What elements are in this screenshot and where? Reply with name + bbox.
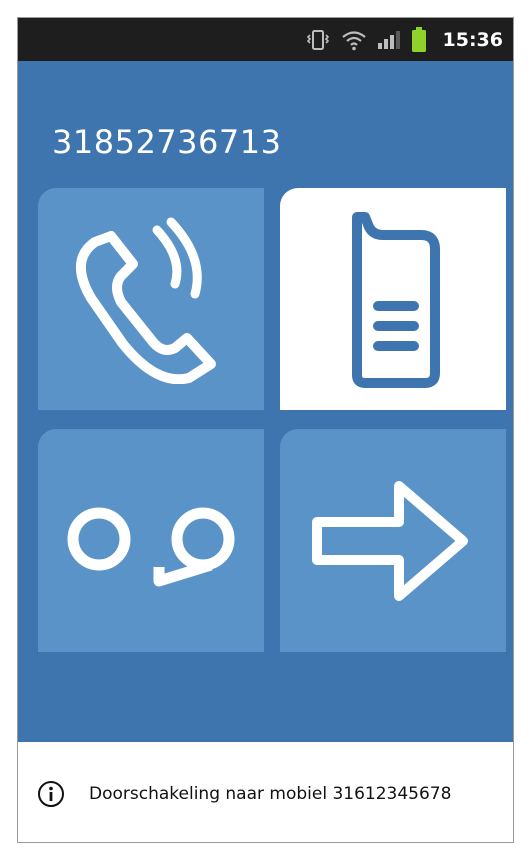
phone-handset-icon [75, 217, 216, 384]
voicemail-icon [67, 507, 235, 586]
sms-button[interactable] [280, 188, 506, 410]
signal-icon [377, 29, 401, 51]
phone-number: 31852736713 [52, 123, 282, 161]
battery-icon [411, 26, 427, 53]
info-icon [37, 780, 65, 812]
call-button[interactable] [38, 188, 264, 410]
call-panel: 31852736713 [18, 61, 513, 742]
mobile-message-icon [352, 212, 440, 388]
forwarding-info-text: Doorschakeling naar mobiel 31612345678 [89, 784, 452, 804]
forward-button[interactable] [280, 429, 506, 652]
status-bar: 15:36 [18, 18, 513, 61]
status-clock: 15:36 [442, 28, 503, 51]
wifi-icon [341, 29, 367, 51]
voicemail-button[interactable] [38, 429, 264, 652]
info-bar: Doorschakeling naar mobiel 31612345678 [18, 742, 513, 842]
arrow-right-icon [312, 480, 468, 601]
phone-screen: 15:36 31852736713 Doorschakeling naar mo… [17, 17, 514, 843]
vibrate-icon [305, 29, 331, 51]
